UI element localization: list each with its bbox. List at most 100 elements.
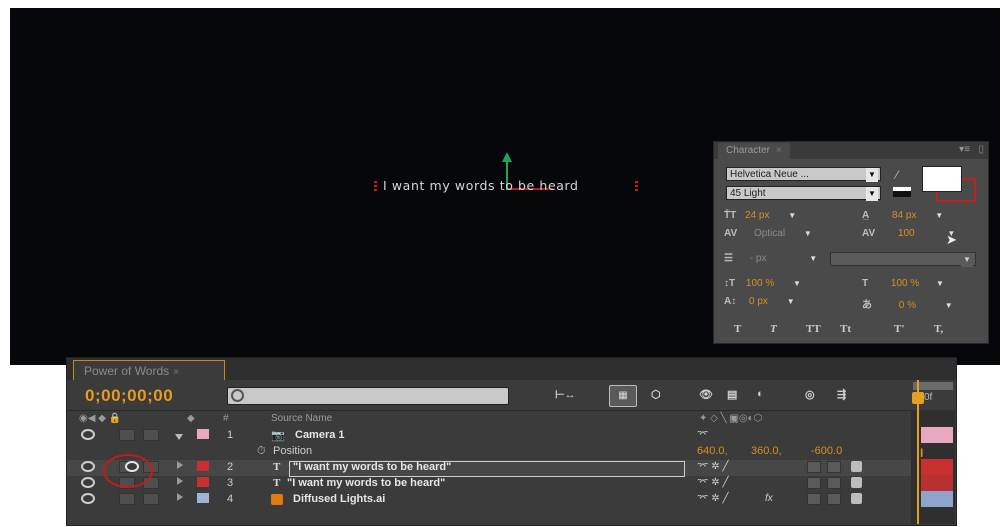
audio-switch[interactable] (119, 429, 135, 441)
tsume-value[interactable]: 0 % (899, 300, 916, 311)
faux-italic-button[interactable]: T (770, 323, 777, 335)
timeline-layer-row[interactable]: 4 Diffused Lights.ai ⌤ ✲ ╱ fx (67, 492, 917, 508)
layer-bar[interactable] (921, 475, 953, 491)
timeline-layer-row[interactable]: 1 📷 Camera 1 ⌤ (67, 428, 917, 444)
timeline-layer-row-selected[interactable]: 2 T "I want my words to be heard" ⌤ ✲ ╱ (67, 460, 917, 477)
live-update-button[interactable]: ▦ (609, 385, 637, 407)
lock-switch[interactable] (143, 429, 159, 441)
close-tab-icon[interactable]: × (776, 145, 782, 156)
chevron-down-icon[interactable]: ▼ (804, 229, 812, 238)
shy-layers-icon[interactable]: 👁 (699, 388, 713, 401)
vertical-scale-value[interactable]: 100 % (746, 278, 774, 289)
shy-switch[interactable]: ⌤ (697, 429, 709, 440)
layer-bar[interactable] (921, 459, 953, 475)
visibility-eye-icon[interactable] (81, 461, 95, 472)
draft-3d-icon[interactable]: ⬡ (651, 388, 661, 401)
layer-bar[interactable] (921, 427, 953, 443)
small-caps-button[interactable]: Tt (840, 323, 851, 335)
baseline-shift-value[interactable]: 0 px (749, 296, 768, 307)
chevron-down-icon[interactable]: ▼ (945, 301, 953, 310)
visibility-eye-icon[interactable] (81, 477, 95, 488)
stopwatch-icon[interactable]: ⏱ (257, 445, 266, 458)
font-family-select[interactable]: Helvetica Neue ... ▼ (726, 167, 881, 182)
horizontal-scale-value[interactable]: 100 % (891, 278, 919, 289)
chevron-down-icon[interactable]: ▼ (793, 279, 801, 288)
3d-layer-cube-icon[interactable] (851, 461, 862, 472)
expand-triangle-icon[interactable] (177, 493, 183, 501)
panel-close-icon[interactable]: ▯ (978, 144, 984, 155)
switch-box[interactable] (827, 493, 841, 505)
subscript-button[interactable]: T, (934, 323, 943, 335)
stroke-width-row[interactable]: ☰ - px ▼ (724, 253, 817, 264)
comp-mini-flowchart-icon[interactable]: ⊢↔ (555, 388, 576, 401)
layer-name[interactable]: Camera 1 (295, 429, 345, 441)
leading-row[interactable]: A̲ 84 px ▼ (862, 210, 943, 221)
horizontal-scale-row[interactable]: T 100 % ▼ (862, 278, 944, 289)
effects-switch[interactable]: fx (765, 493, 773, 504)
expand-triangle-icon[interactable] (177, 477, 183, 485)
close-tab-icon[interactable]: × (173, 367, 179, 378)
work-area-bar[interactable] (913, 382, 953, 390)
chevron-down-icon[interactable]: ▼ (936, 279, 944, 288)
brainstorm-icon[interactable]: ◎ (805, 388, 815, 401)
stroke-style-select[interactable]: ▼ (830, 252, 976, 267)
tsume-row[interactable]: あ 0 % ▼ (862, 296, 953, 311)
motion-blur-icon[interactable]: ◐ (757, 388, 764, 400)
leading-value[interactable]: 84 px (892, 210, 916, 221)
faux-bold-button[interactable]: T (734, 323, 741, 335)
3d-layer-cube-icon[interactable] (851, 477, 862, 488)
position-x-value[interactable]: 640.0, (697, 445, 728, 457)
layer-name[interactable]: "I want my words to be heard" (287, 477, 445, 489)
layer-name[interactable]: "I want my words to be heard" (293, 461, 451, 473)
layer-label-color[interactable] (197, 429, 209, 439)
visibility-eye-icon[interactable] (81, 429, 95, 440)
font-style-select[interactable]: 45 Light ▼ (726, 186, 881, 201)
position-y-value[interactable]: 360.0, (751, 445, 782, 457)
text-bound-handle-right[interactable] (635, 181, 638, 193)
fill-color-swatch[interactable] (922, 166, 962, 192)
expand-triangle-icon[interactable] (175, 434, 183, 440)
current-time-display[interactable]: 0;00;00;00 (85, 386, 173, 406)
font-size-value[interactable]: 24 px (745, 210, 769, 221)
composition-text-layer[interactable]: I want my words to be heard (383, 178, 579, 193)
layer-name[interactable]: Diffused Lights.ai (293, 493, 385, 505)
layer-label-color[interactable] (197, 461, 209, 471)
panel-menu-icon[interactable]: ▾≡ (959, 144, 970, 155)
switch-box[interactable] (827, 477, 841, 489)
frame-blending-icon[interactable]: ▤ (727, 388, 737, 401)
chevron-down-icon[interactable]: ▼ (787, 297, 795, 306)
text-bound-handle-left[interactable] (374, 181, 377, 193)
kerning-row[interactable]: AV Optical ▼ (724, 228, 812, 239)
keyframe-bracket-icon[interactable]: I (920, 446, 923, 460)
position-z-value[interactable]: -600.0 (811, 445, 842, 457)
kerning-value[interactable]: Optical (754, 228, 785, 239)
graph-editor-icon[interactable]: ⇶ (837, 388, 846, 401)
eyedropper-icon[interactable]: ⁄ (896, 168, 898, 182)
layer-search-input[interactable] (227, 387, 509, 405)
layer-bar[interactable] (921, 491, 953, 507)
chevron-down-icon[interactable]: ▼ (935, 211, 943, 220)
vertical-scale-row[interactable]: ↕T 100 % ▼ (724, 278, 801, 289)
timeline-layer-row[interactable]: 3 T "I want my words to be heard" ⌤ ✲ ╱ (67, 476, 917, 492)
layer-label-color[interactable] (197, 493, 209, 503)
layer-label-color[interactable] (197, 477, 209, 487)
source-name-header[interactable]: Source Name (271, 413, 332, 424)
property-row-position[interactable]: ⏱ Position 640.0, 360.0, -600.0 (67, 444, 917, 460)
tracking-row[interactable]: AV 100 ▼ (862, 228, 955, 239)
lock-switch[interactable] (143, 493, 159, 505)
tracking-value[interactable]: 100 (898, 228, 915, 239)
chevron-down-icon[interactable]: ▼ (788, 211, 796, 220)
switch-box[interactable] (807, 461, 821, 473)
timeline-tab[interactable]: Power of Words × (73, 360, 225, 380)
visibility-eye-icon[interactable] (81, 493, 95, 504)
switch-box[interactable] (827, 461, 841, 473)
character-tab[interactable]: Character × (718, 143, 790, 159)
audio-switch[interactable] (119, 493, 135, 505)
3d-layer-cube-icon[interactable] (851, 493, 862, 504)
expand-triangle-icon[interactable] (177, 461, 183, 469)
shy-switch[interactable]: ⌤ ✲ ╱ (697, 461, 728, 472)
black-white-swatch[interactable] (893, 187, 911, 197)
font-size-row[interactable]: T̄T 24 px ▼ (724, 210, 796, 221)
all-caps-button[interactable]: TT (806, 323, 821, 335)
baseline-shift-row[interactable]: A↕ 0 px ▼ (724, 296, 795, 307)
